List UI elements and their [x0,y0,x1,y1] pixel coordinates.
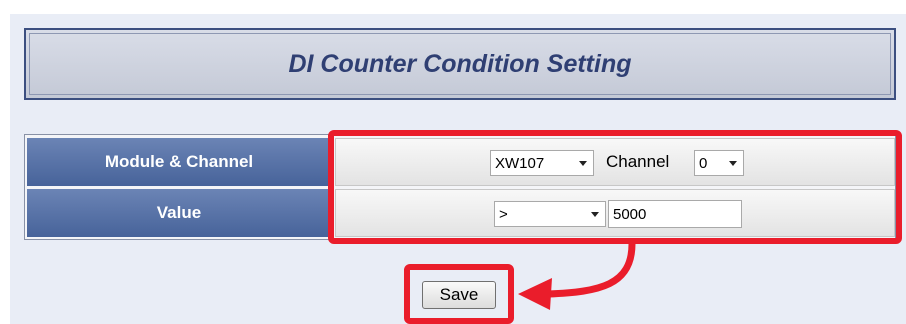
save-button[interactable]: Save [422,281,496,309]
pointer-arrow-icon [518,240,636,310]
